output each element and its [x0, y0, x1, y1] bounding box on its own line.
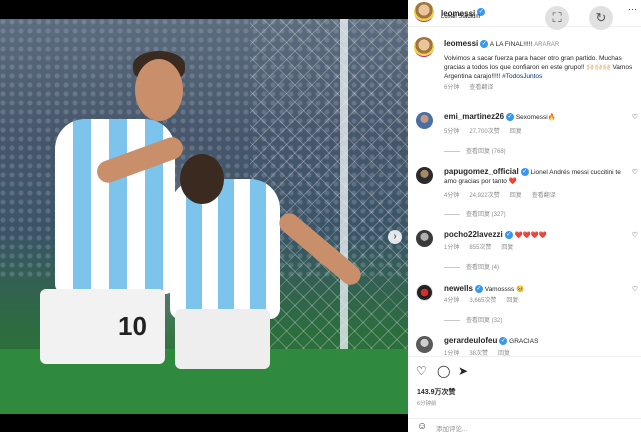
reply-button[interactable]: 回复: [510, 129, 522, 135]
teammate-head: [180, 154, 224, 204]
comment-username[interactable]: pocho22lavezzi: [444, 230, 503, 239]
caption-body: Volvimos a sacar fuerza para hacer otro …: [444, 54, 638, 81]
like-count[interactable]: 143.9万次赞: [417, 387, 456, 397]
view-replies-link[interactable]: 查看回复 (327): [444, 209, 506, 218]
post-location[interactable]: Lusail Stadium: [441, 14, 480, 20]
comment-username[interactable]: papugomez_official: [444, 167, 519, 176]
comment-like-count[interactable]: 27,700次赞: [469, 129, 499, 135]
teammate-shirt: [170, 179, 280, 319]
comment-icon[interactable]: ◯: [437, 364, 450, 378]
see-translation-link[interactable]: 查看翻译: [469, 85, 493, 91]
comment-username[interactable]: emi_martinez26: [444, 112, 504, 121]
comment-like-count[interactable]: 24,922次赞: [469, 193, 499, 199]
player-head: [135, 59, 183, 121]
like-comment-icon[interactable]: ♡: [632, 168, 638, 176]
caption-time: 6分钟: [444, 85, 460, 91]
comment-like-count[interactable]: 3,665次赞: [469, 298, 496, 304]
next-image-button[interactable]: ›: [388, 230, 402, 244]
reply-button[interactable]: 回复: [506, 298, 518, 304]
comment-meta: 4分钟 3,665次赞 回复: [444, 295, 518, 304]
comment-text-line: pocho22lavezzi ✓ ❤️❤️❤️❤️: [444, 230, 634, 240]
post-caption: leomessi ✓ A LA FINAL!!!!! ARARAR Volvimo…: [444, 39, 638, 93]
comment-text: Vamossss 🥺: [484, 286, 525, 293]
comment-time: 5分钟: [444, 129, 460, 135]
post-photo[interactable]: 10 ›: [0, 19, 408, 414]
comment-avatar[interactable]: [416, 230, 433, 247]
view-replies-link[interactable]: 查看回复 (32): [444, 315, 502, 324]
verified-icon: ✓: [474, 285, 483, 294]
add-comment-input[interactable]: 添加评论...: [436, 423, 467, 432]
see-translation-link[interactable]: 查看翻译: [532, 193, 556, 199]
view-replies-link[interactable]: 查看回复 (768): [444, 146, 506, 155]
comment-avatar[interactable]: [416, 336, 433, 353]
comment-avatar[interactable]: [416, 284, 433, 301]
author-avatar[interactable]: [414, 2, 434, 22]
verified-icon: ✓: [499, 337, 508, 346]
comment-text-line: papugomez_official ✓ Lionel Andrés messi …: [444, 167, 634, 186]
caption-headline: A LA FINAL!!!!!: [489, 41, 535, 48]
caption-avatar[interactable]: [414, 37, 434, 57]
comment-meta: 1分钟 855次赞 回复: [444, 242, 513, 251]
comment-meta: 4分钟 24,922次赞 回复 查看翻译: [444, 190, 556, 199]
like-comment-icon[interactable]: ♡: [632, 113, 638, 121]
caption-tag: ARARAR: [534, 42, 560, 48]
comment-avatar[interactable]: [416, 167, 433, 184]
comment-text: Sexomessi🔥: [515, 114, 556, 121]
refresh-icon[interactable]: ↻: [589, 6, 613, 30]
post-sidebar: leomessi ✓ Lusail Stadium leomessi ✓ A LA …: [408, 0, 641, 432]
like-comment-icon[interactable]: ♡: [632, 285, 638, 293]
comment-avatar[interactable]: [416, 112, 433, 129]
post-time: 6分钟前: [417, 401, 437, 407]
reply-button[interactable]: 回复: [501, 245, 513, 251]
screenshot-icon[interactable]: ⛶: [545, 6, 569, 30]
verified-icon: ✓: [520, 168, 529, 177]
like-icon[interactable]: ♡: [416, 364, 427, 378]
comment-text: GRACIAS: [509, 338, 539, 345]
comment-time: 4分钟: [444, 298, 460, 304]
reply-button[interactable]: 回复: [510, 193, 522, 199]
comment-text-line: gerardeulofeu ✓ GRACIAS: [444, 336, 634, 346]
caption-meta: 6分钟 查看翻译: [444, 84, 638, 93]
comment-time: 4分钟: [444, 193, 460, 199]
share-icon[interactable]: ➤: [458, 364, 468, 378]
like-comment-icon[interactable]: ♡: [632, 231, 638, 239]
teammate-shorts: [175, 309, 270, 369]
add-comment-bar: ☺ 添加评论...: [408, 418, 641, 432]
hashtag-link[interactable]: #TodosJuntos: [502, 73, 542, 80]
more-options-icon[interactable]: ···: [628, 4, 637, 14]
comment-text-line: emi_martinez26 ✓ Sexomessi🔥: [444, 112, 634, 122]
comment-meta: 5分钟 27,700次赞 回复: [444, 126, 522, 135]
comment-text: ❤️❤️❤️❤️: [514, 232, 547, 239]
comment-like-count[interactable]: 855次赞: [469, 245, 491, 251]
verified-icon: ✓: [504, 231, 513, 240]
view-replies-link[interactable]: 查看回复 (4): [444, 262, 499, 271]
verified-icon: ✓: [480, 40, 489, 49]
emoji-icon[interactable]: ☺: [417, 421, 427, 432]
comment-username[interactable]: newells: [444, 284, 473, 293]
post-actions: ♡ ◯ ➤ 143.9万次赞 6分钟前 ☺ 添加评论...: [408, 356, 641, 432]
comment-username[interactable]: gerardeulofeu: [444, 336, 497, 345]
comment-time: 1分钟: [444, 245, 460, 251]
comment-text-line: newells ✓ Vamossss 🥺: [444, 284, 634, 294]
caption-username[interactable]: leomessi: [444, 39, 478, 48]
verified-icon: ✓: [506, 113, 515, 122]
jersey-number: 10: [118, 311, 147, 341]
